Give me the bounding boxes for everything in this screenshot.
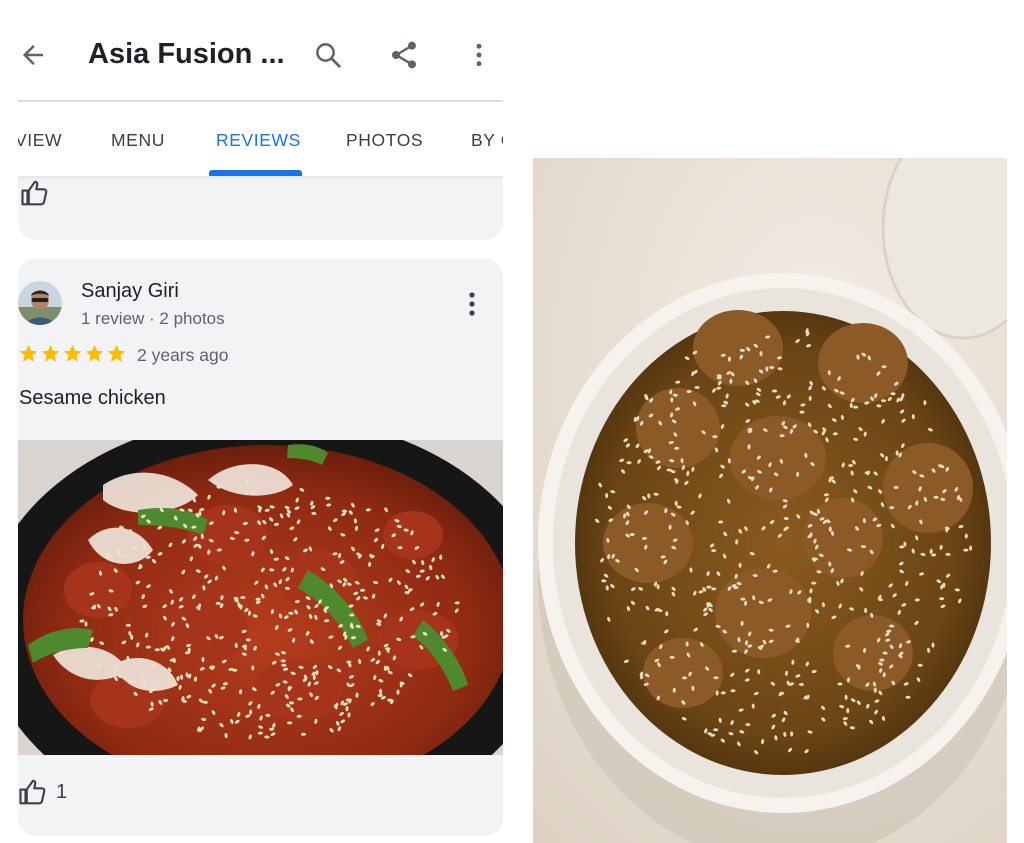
like-button[interactable] [20, 178, 52, 210]
star-icon [107, 344, 126, 362]
page-title: Asia Fusion ... [88, 38, 285, 70]
maps-reviews-panel: Asia Fusion ... VIEW MENU REVIEWS PHOTOS… [18, 0, 503, 843]
review-card: Sanjay Giri 1 review · 2 photos 2 years … [18, 259, 503, 836]
avatar-image [18, 281, 62, 325]
review-text: Sesame chicken [19, 387, 166, 409]
share-icon [392, 41, 416, 69]
star-icon [41, 344, 60, 362]
search-button[interactable] [311, 38, 345, 72]
sesame-chicken-bowl-photo [533, 158, 1007, 843]
back-button[interactable] [18, 40, 48, 70]
tab-photos[interactable]: PHOTOS [346, 130, 423, 151]
thumb-up-icon [19, 779, 46, 805]
review-photo[interactable] [18, 440, 503, 755]
app-bar: Asia Fusion ... [18, 18, 503, 98]
overflow-menu-button[interactable] [462, 38, 496, 72]
avatar[interactable] [18, 281, 62, 325]
search-icon [316, 43, 341, 68]
arrow-back-icon [23, 45, 43, 65]
tab-overview[interactable]: VIEW [18, 130, 62, 151]
star-rating [18, 343, 127, 365]
tab-menu[interactable]: MENU [111, 130, 165, 151]
tab-bar-shadow [18, 176, 503, 180]
tab-by-owner[interactable]: BY C [471, 130, 503, 151]
like-button[interactable]: 1 [18, 775, 67, 809]
tab-reviews[interactable]: REVIEWS [216, 130, 301, 151]
more-vert-icon [469, 292, 475, 316]
star-icon [19, 344, 38, 362]
review-photo-large[interactable] [533, 158, 1007, 843]
reviewer-meta: 1 review · 2 photos [81, 309, 225, 328]
previous-review-card [18, 176, 503, 240]
share-button[interactable] [387, 38, 421, 72]
star-icon [85, 344, 104, 362]
review-more-button[interactable] [460, 289, 484, 319]
tab-bar: VIEW MENU REVIEWS PHOTOS BY C [18, 102, 503, 178]
like-count: 1 [56, 780, 68, 803]
review-time: 2 years ago [137, 345, 229, 365]
thumb-up-icon [21, 180, 48, 206]
sesame-chicken-photo [18, 440, 503, 755]
reviewer-name[interactable]: Sanjay Giri [81, 280, 179, 303]
more-vert-icon [476, 43, 482, 67]
star-icon [63, 344, 82, 362]
screenshot-canvas: Asia Fusion ... VIEW MENU REVIEWS PHOTOS… [0, 0, 1024, 843]
